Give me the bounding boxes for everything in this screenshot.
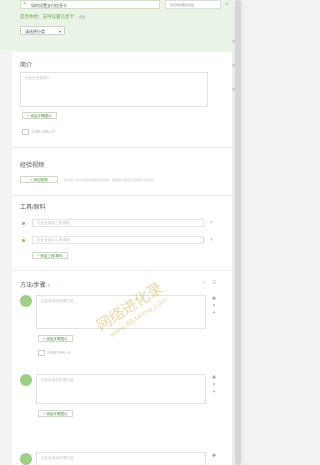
step-placeholder: 在此处添加步骤内容 <box>41 378 74 382</box>
chevron-down-icon: ▾ <box>58 29 61 34</box>
side-search-input[interactable]: 搜索你想要的经验 <box>165 0 221 9</box>
add-icon[interactable]: + <box>211 310 217 317</box>
step-number-badge <box>20 453 32 465</box>
image-icon <box>22 129 29 135</box>
video-tip: 建议您上传与经验内容相关的视频，帮助用户更加直观地学习和操作 <box>64 178 155 182</box>
step-placeholder: 在此处添加步骤内容 <box>41 456 74 460</box>
step-add-image-button[interactable]: + 添加步骤图片 <box>38 335 73 342</box>
tool-bullet <box>22 222 25 225</box>
intro-upload-hint-text: 支持图片拖拽上传 <box>31 129 56 134</box>
step-number-badge <box>20 295 32 307</box>
step-ops: ✥ <box>211 453 217 460</box>
intro-textarea[interactable]: 在此处添加简介 <box>20 72 208 107</box>
step-ops: ✥ × + <box>211 296 217 317</box>
tool-input-placeholder: 在此处添加工具/原料 <box>37 238 71 242</box>
step-placeholder: 在此处添加步骤内容 <box>41 299 74 303</box>
related-label: 是否你想：支持设置信息卡 <box>20 14 74 19</box>
pencil-icon[interactable]: ✎ <box>47 283 50 288</box>
step-textarea[interactable]: 在此处添加步骤内容 <box>36 452 206 465</box>
add-tool-button[interactable]: + 添加工具/原料 <box>32 252 68 259</box>
step-textarea[interactable]: 在此处添加步骤内容 <box>36 374 206 404</box>
list-icon[interactable]: ☰ <box>212 280 216 286</box>
divider <box>12 147 232 148</box>
intro-title: 简介 <box>20 63 33 69</box>
search-icon[interactable]: ⌕ <box>222 0 232 9</box>
title-input-value: 如何设置支付信息卡 <box>31 3 67 8</box>
related-edit-link[interactable]: 修改 <box>79 15 85 19</box>
remove-icon[interactable]: × <box>210 220 213 226</box>
step-upload-hint: 支持图片拖拽上传 <box>38 350 71 356</box>
scrollbar-thumb[interactable] <box>235 0 241 465</box>
intro-add-image-button[interactable]: + 添加步骤图片 <box>22 112 57 119</box>
scroll-marker <box>232 88 235 90</box>
category-value: 请选择分类 <box>25 29 45 34</box>
step-upload-hint-text: 支持图片拖拽上传 <box>47 350 72 355</box>
steps-title: 方法/步骤 ✎ <box>20 280 51 289</box>
tool-input[interactable]: 在此处添加工具/原料 <box>32 236 204 244</box>
step-number-badge <box>20 374 32 386</box>
move-icon[interactable]: ✥ <box>211 375 217 382</box>
image-icon <box>38 350 45 356</box>
scroll-marker <box>232 64 235 66</box>
category-select[interactable]: 请选择分类 ▾ <box>20 26 65 35</box>
title-input[interactable]: 如何设置支付信息卡 <box>20 0 160 9</box>
steps-title-text: 方法/步骤 <box>20 283 46 289</box>
tools-title: 工具/原料 <box>20 205 46 211</box>
tool-input[interactable]: 在此处添加工具/原料 <box>32 219 204 227</box>
tool-input-placeholder: 在此处添加工具/原料 <box>37 221 71 225</box>
remove-icon[interactable]: × <box>211 303 217 310</box>
video-title: 经验视频 <box>20 163 45 169</box>
remove-icon[interactable]: × <box>211 382 217 389</box>
add-video-button[interactable]: + 添加视频 <box>20 176 58 183</box>
star-icon[interactable]: ☆ <box>202 280 206 286</box>
divider <box>12 195 232 196</box>
step-ops: ✥ × + <box>211 375 217 396</box>
step-add-image-button[interactable]: + 添加步骤图片 <box>38 410 73 417</box>
scroll-marker <box>232 40 235 42</box>
intro-upload-hint: 支持图片拖拽上传 <box>22 129 55 135</box>
header-bar: 如何设置支付信息卡 ✎ 搜索你想要的经验 ⌕ 是否你想：支持设置信息卡 修改 请… <box>0 0 232 50</box>
related-suggestion[interactable]: 是否你想：支持设置信息卡 修改 <box>20 14 85 20</box>
editor-page: 如何设置支付信息卡 ✎ 搜索你想要的经验 ⌕ 是否你想：支持设置信息卡 修改 请… <box>0 0 244 465</box>
add-icon[interactable]: + <box>211 389 217 396</box>
pencil-icon: ✎ <box>23 1 28 7</box>
tool-bullet <box>22 239 25 242</box>
move-icon[interactable]: ✥ <box>211 296 217 303</box>
intro-placeholder: 在此处添加简介 <box>25 76 51 80</box>
move-icon[interactable]: ✥ <box>211 453 217 460</box>
scrollbar[interactable] <box>232 0 244 465</box>
